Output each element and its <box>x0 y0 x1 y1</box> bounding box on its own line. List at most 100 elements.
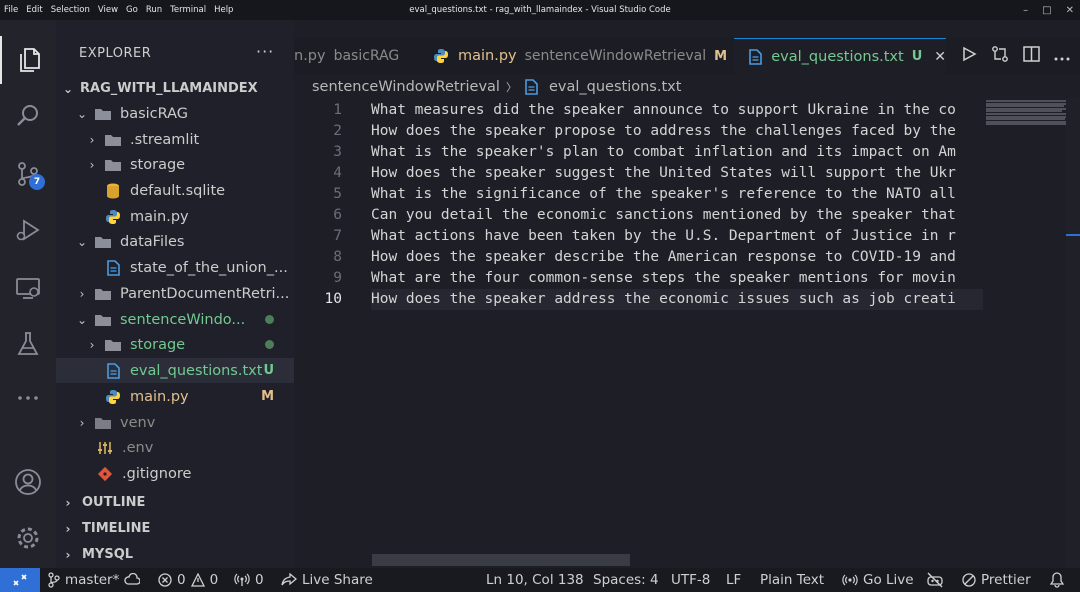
workspace-root[interactable]: ⌄ RAG_WITH_LLAMAINDEX <box>56 76 294 101</box>
menu-run[interactable]: Run <box>146 5 162 15</box>
code-line[interactable]: What actions have been taken by the U.S.… <box>371 226 983 247</box>
menu-go[interactable]: Go <box>126 5 138 15</box>
source-control-icon[interactable] <box>0 150 56 198</box>
code-line[interactable]: What are the four common-sense steps the… <box>371 268 983 289</box>
line-number: 4 <box>333 165 342 181</box>
menu-help[interactable]: Help <box>214 5 233 15</box>
tree-file-state-of-the-union[interactable]: state_of_the_union_... <box>56 255 294 280</box>
tab-eval-questions[interactable]: eval_questions.txt U ✕ <box>734 38 946 74</box>
sync-cloud-icon <box>124 573 141 585</box>
explorer-more-actions-icon[interactable]: ··· <box>256 42 274 61</box>
git-untracked-decoration: U <box>263 363 274 378</box>
menu-view[interactable]: View <box>98 5 118 15</box>
tree-file-main-py-2[interactable]: main.py M <box>56 384 294 409</box>
menu-selection[interactable]: Selection <box>51 5 90 15</box>
vertical-scrollbar[interactable] <box>1066 98 1080 568</box>
more-views-icon[interactable] <box>0 374 56 422</box>
problems-status[interactable]: 0 0 <box>158 568 218 592</box>
breadcrumb: sentenceWindowRetrieval 〉 eval_questions… <box>312 76 681 98</box>
code-line[interactable]: What measures did the speaker announce t… <box>371 100 983 121</box>
section-mysql[interactable]: › MYSQL <box>56 542 294 567</box>
prettier-status[interactable]: Prettier <box>962 568 1031 592</box>
settings-gear-icon[interactable] <box>0 514 56 562</box>
python-icon <box>104 209 122 225</box>
menu-terminal[interactable]: Terminal <box>170 5 206 15</box>
tab-basicrag-main-py[interactable]: n.py basicRAG <box>294 38 414 74</box>
code-line[interactable]: What is the significance of the speaker'… <box>371 184 983 205</box>
code-area[interactable]: What measures did the speaker announce t… <box>371 100 983 310</box>
run-file-icon[interactable] <box>961 46 977 66</box>
eol-status[interactable]: LF <box>726 568 741 592</box>
cursor-position-status[interactable]: Ln 10, Col 138 <box>486 568 584 592</box>
run-debug-icon[interactable] <box>0 206 56 254</box>
text-editor[interactable]: 1 2 3 4 5 6 7 8 9 10 What measures did t… <box>294 98 1080 568</box>
breadcrumb-file[interactable]: eval_questions.txt <box>549 79 681 95</box>
close-tab-icon[interactable]: ✕ <box>934 49 946 65</box>
live-share-status[interactable]: Live Share <box>281 568 373 592</box>
prettier-icon <box>962 573 976 587</box>
tree-folder-storage-2[interactable]: › storage <box>56 332 294 357</box>
tree-folder-storage[interactable]: › storage <box>56 152 294 177</box>
search-icon[interactable] <box>0 92 56 140</box>
folder-open-icon <box>94 106 112 122</box>
branch-status[interactable]: master* <box>48 568 141 592</box>
folder-open-icon <box>94 312 112 328</box>
menu-edit[interactable]: Edit <box>26 5 42 15</box>
section-timeline[interactable]: › TIMELINE <box>56 516 294 541</box>
go-live-status[interactable]: Go Live <box>842 568 914 592</box>
title-bar: File Edit Selection View Go Run Terminal… <box>0 0 1080 20</box>
line-number: 9 <box>333 270 342 286</box>
tree-folder-streamlit[interactable]: › .streamlit <box>56 127 294 152</box>
tree-folder-parentdocumentretrieval[interactable]: › ParentDocumentRetri... <box>56 281 294 306</box>
testing-flask-icon[interactable] <box>0 320 56 368</box>
split-editor-icon[interactable] <box>1023 46 1040 66</box>
tab-sentencewindow-main-py[interactable]: main.py sentenceWindowRetrieval M <box>426 38 732 74</box>
chevron-right-icon: › <box>79 286 85 301</box>
horizontal-scrollbar[interactable] <box>372 554 630 566</box>
copilot-disabled-icon[interactable] <box>926 568 944 592</box>
code-line-current[interactable]: How does the speaker address the economi… <box>371 289 983 310</box>
code-line[interactable]: How does the speaker propose to address … <box>371 121 983 142</box>
tree-file-gitignore[interactable]: .gitignore <box>56 461 294 486</box>
encoding-status[interactable]: UTF-8 <box>671 568 710 592</box>
section-outline[interactable]: › OUTLINE <box>56 490 294 515</box>
notifications-bell-icon[interactable] <box>1050 568 1064 592</box>
maximize-button[interactable]: □ <box>1042 5 1051 16</box>
accounts-icon[interactable] <box>0 458 56 506</box>
code-line[interactable]: How does the speaker suggest the United … <box>371 163 983 184</box>
explorer-icon[interactable] <box>0 36 56 84</box>
branch-icon <box>48 572 60 588</box>
ports-status[interactable]: 0 <box>234 568 264 592</box>
remote-indicator-icon[interactable] <box>0 568 40 592</box>
tree-file-env[interactable]: .env <box>56 435 294 460</box>
tree-folder-datafiles[interactable]: ⌄ dataFiles <box>56 229 294 254</box>
more-actions-icon[interactable] <box>1054 47 1070 66</box>
tree-folder-venv[interactable]: › venv <box>56 410 294 435</box>
text-file-icon <box>104 259 122 276</box>
chevron-down-icon: ⌄ <box>76 234 88 249</box>
error-icon <box>158 573 172 587</box>
language-mode-status[interactable]: Plain Text <box>760 568 824 592</box>
minimize-button[interactable]: – <box>1023 5 1028 16</box>
compare-changes-icon[interactable] <box>991 45 1009 67</box>
warning-icon <box>190 573 205 587</box>
close-window-button[interactable]: ✕ <box>1066 5 1074 16</box>
line-number: 2 <box>333 123 342 139</box>
minimap[interactable] <box>986 100 1066 126</box>
tree-folder-basicrag[interactable]: ⌄ basicRAG <box>56 101 294 126</box>
explorer-title: EXPLORER <box>79 46 152 61</box>
code-line[interactable]: What is the speaker's plan to combat inf… <box>371 142 983 163</box>
breadcrumb-folder[interactable]: sentenceWindowRetrieval <box>312 79 500 95</box>
code-line[interactable]: Can you detail the economic sanctions me… <box>371 205 983 226</box>
tree-folder-sentencewindowretrieval[interactable]: ⌄ sentenceWindo... <box>56 307 294 332</box>
go-live-icon <box>842 574 858 586</box>
git-icon <box>96 466 114 482</box>
tree-file-main-py[interactable]: main.py <box>56 204 294 229</box>
menu-file[interactable]: File <box>4 5 18 15</box>
tree-file-default-sqlite[interactable]: default.sqlite <box>56 178 294 203</box>
remote-explorer-icon[interactable] <box>0 264 56 312</box>
folder-icon <box>104 157 122 173</box>
tree-file-eval-questions[interactable]: eval_questions.txt U <box>56 358 294 383</box>
indentation-status[interactable]: Spaces: 4 <box>593 568 659 592</box>
code-line[interactable]: How does the speaker describe the Americ… <box>371 247 983 268</box>
